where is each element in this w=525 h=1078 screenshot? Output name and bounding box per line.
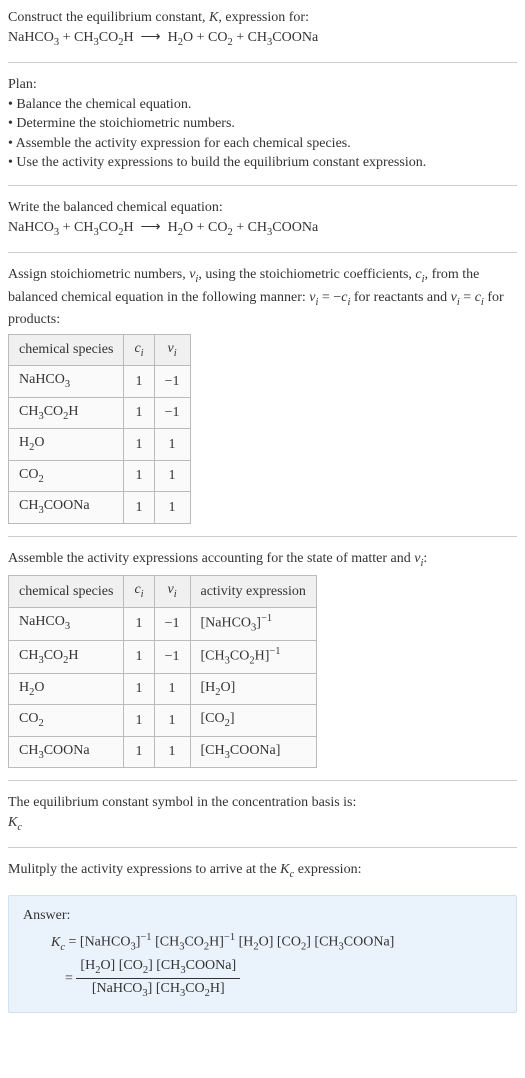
- divider: [8, 847, 517, 848]
- table-row: CH3CO2H 1 −1: [9, 397, 191, 428]
- table-row: CH3COONa 1 1: [9, 492, 191, 523]
- table-row: NaHCO3 1 −1: [9, 366, 191, 397]
- cell-ci: 1: [124, 673, 154, 704]
- cell-species: CH3CO2H: [9, 397, 124, 428]
- cell-vi: 1: [154, 460, 190, 491]
- col-species: chemical species: [9, 576, 124, 607]
- cell-activity: [CH3COONa]: [190, 736, 316, 767]
- header-equation: NaHCO3 + CH3CO2H ⟶ H2O + CO2 + CH3COONa: [8, 28, 517, 50]
- table-header-row: chemical species ci νi: [9, 334, 191, 365]
- eq-sign: =: [51, 971, 76, 986]
- plan-item: Assemble the activity expression for eac…: [8, 134, 517, 154]
- cell-ci: 1: [124, 736, 154, 767]
- cell-vi: −1: [154, 366, 190, 397]
- activity-intro: Assemble the activity expressions accoun…: [8, 549, 517, 571]
- cell-ci: 1: [124, 640, 154, 673]
- plan-item: Determine the stoichiometric numbers.: [8, 114, 517, 134]
- header-section: Construct the equilibrium constant, K, e…: [8, 8, 517, 50]
- cell-species: CH3COONa: [9, 492, 124, 523]
- answer-line2: = [H2O] [CO2] [CH3COONa] [NaHCO3] [CH3CO…: [51, 956, 502, 1002]
- plan-section: Plan: Balance the chemical equation. Det…: [8, 75, 517, 173]
- divider: [8, 536, 517, 537]
- table-row: CO2 1 1 [CO2]: [9, 705, 317, 736]
- symbol-label: The equilibrium constant symbol in the c…: [8, 793, 517, 813]
- cell-activity: [H2O]: [190, 673, 316, 704]
- cell-vi: −1: [154, 640, 190, 673]
- cell-vi: −1: [154, 607, 190, 640]
- title-prefix: Construct the equilibrium constant,: [8, 10, 209, 25]
- cell-ci: 1: [124, 607, 154, 640]
- title: Construct the equilibrium constant, K, e…: [8, 8, 517, 28]
- answer-line1: Kc = [NaHCO3]−1 [CH3CO2H]−1 [H2O] [CO2] …: [51, 931, 502, 955]
- table-row: CO2 1 1: [9, 460, 191, 491]
- answer-box: Answer: Kc = [NaHCO3]−1 [CH3CO2H]−1 [H2O…: [8, 895, 517, 1013]
- cell-vi: 1: [154, 736, 190, 767]
- balanced-section: Write the balanced chemical equation: Na…: [8, 198, 517, 240]
- fraction: [H2O] [CO2] [CH3COONa] [NaHCO3] [CH3CO2H…: [76, 956, 240, 1002]
- cell-ci: 1: [124, 460, 154, 491]
- cell-vi: 1: [154, 673, 190, 704]
- plan-list: Balance the chemical equation. Determine…: [8, 95, 517, 173]
- cell-ci: 1: [124, 429, 154, 460]
- cell-species: CH3CO2H: [9, 640, 124, 673]
- multiply-section: Mulitply the activity expressions to arr…: [8, 860, 517, 882]
- cell-activity: [NaHCO3]−1: [190, 607, 316, 640]
- balanced-label: Write the balanced chemical equation:: [8, 198, 517, 218]
- cell-species: CH3COONa: [9, 736, 124, 767]
- divider: [8, 185, 517, 186]
- cell-vi: −1: [154, 397, 190, 428]
- activity-section: Assemble the activity expressions accoun…: [8, 549, 517, 769]
- table-row: CH3CO2H 1 −1 [CH3CO2H]−1: [9, 640, 317, 673]
- answer-label: Answer:: [23, 906, 502, 926]
- symbol-value: Kc: [8, 813, 517, 835]
- stoich-section: Assign stoichiometric numbers, νi, using…: [8, 265, 517, 523]
- title-k: K: [209, 10, 218, 25]
- cell-species: H2O: [9, 429, 124, 460]
- cell-activity: [CO2]: [190, 705, 316, 736]
- cell-species: CO2: [9, 460, 124, 491]
- table-row: NaHCO3 1 −1 [NaHCO3]−1: [9, 607, 317, 640]
- stoich-table: chemical species ci νi NaHCO3 1 −1 CH3CO…: [8, 334, 191, 524]
- cell-ci: 1: [124, 366, 154, 397]
- plan-label: Plan:: [8, 75, 517, 95]
- plan-item: Balance the chemical equation.: [8, 95, 517, 115]
- cell-species: H2O: [9, 673, 124, 704]
- divider: [8, 62, 517, 63]
- col-species: chemical species: [9, 334, 124, 365]
- cell-ci: 1: [124, 705, 154, 736]
- numerator: [H2O] [CO2] [CH3COONa]: [76, 956, 240, 979]
- title-suffix: , expression for:: [218, 10, 309, 25]
- multiply-label: Mulitply the activity expressions to arr…: [8, 860, 517, 882]
- answer-expression: Kc = [NaHCO3]−1 [CH3CO2H]−1 [H2O] [CO2] …: [23, 931, 502, 1001]
- col-vi: νi: [154, 334, 190, 365]
- stoich-intro: Assign stoichiometric numbers, νi, using…: [8, 265, 517, 330]
- plan-item: Use the activity expressions to build th…: [8, 153, 517, 173]
- symbol-section: The equilibrium constant symbol in the c…: [8, 793, 517, 835]
- table-row: H2O 1 1: [9, 429, 191, 460]
- divider: [8, 252, 517, 253]
- balanced-equation: NaHCO3 + CH3CO2H ⟶ H2O + CO2 + CH3COONa: [8, 218, 517, 240]
- col-ci: ci: [124, 576, 154, 607]
- cell-vi: 1: [154, 705, 190, 736]
- cell-species: NaHCO3: [9, 366, 124, 397]
- cell-ci: 1: [124, 492, 154, 523]
- col-vi: νi: [154, 576, 190, 607]
- table-header-row: chemical species ci νi activity expressi…: [9, 576, 317, 607]
- cell-ci: 1: [124, 397, 154, 428]
- col-activity: activity expression: [190, 576, 316, 607]
- col-ci: ci: [124, 334, 154, 365]
- divider: [8, 780, 517, 781]
- cell-species: NaHCO3: [9, 607, 124, 640]
- cell-activity: [CH3CO2H]−1: [190, 640, 316, 673]
- cell-species: CO2: [9, 705, 124, 736]
- cell-vi: 1: [154, 429, 190, 460]
- table-row: H2O 1 1 [H2O]: [9, 673, 317, 704]
- table-row: CH3COONa 1 1 [CH3COONa]: [9, 736, 317, 767]
- cell-vi: 1: [154, 492, 190, 523]
- activity-table: chemical species ci νi activity expressi…: [8, 575, 317, 768]
- denominator: [NaHCO3] [CH3CO2H]: [76, 979, 240, 1001]
